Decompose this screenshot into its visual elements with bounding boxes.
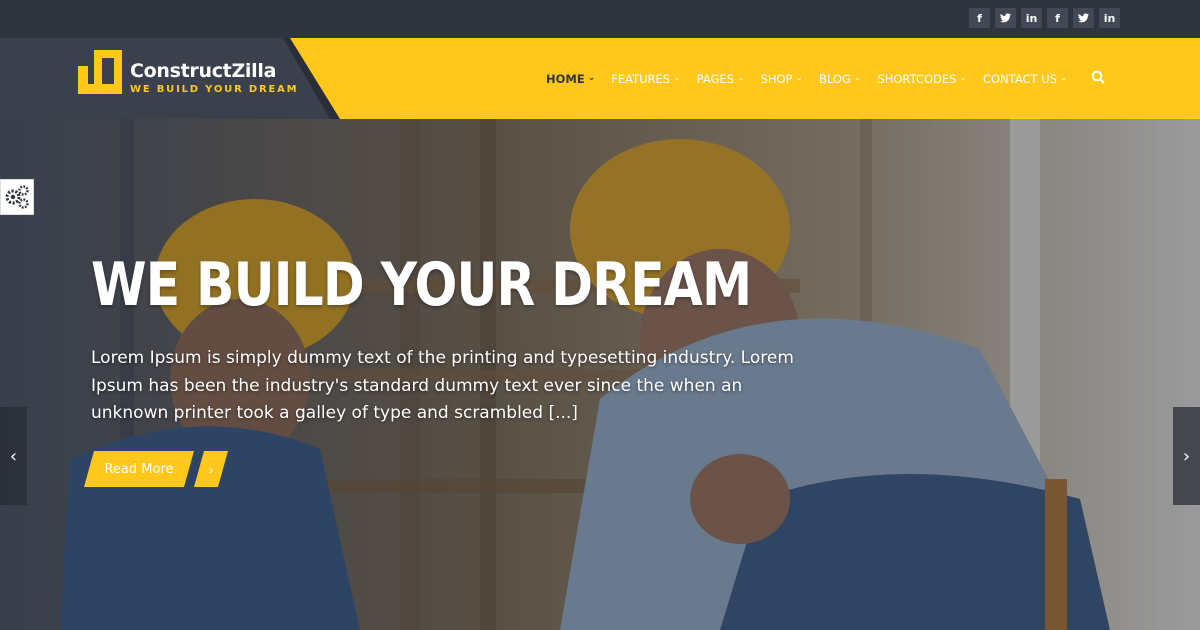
nav-label: FEATURES <box>611 71 671 86</box>
chevron-down-icon: ⌄ <box>737 72 745 83</box>
read-more-group: Read More › <box>84 451 228 487</box>
twitter-icon[interactable] <box>1073 8 1094 28</box>
social-links: f in f in <box>969 8 1120 28</box>
search-icon[interactable] <box>1091 70 1107 86</box>
nav-label: HOME <box>546 71 585 86</box>
nav-item-home[interactable]: HOME ⌄ <box>546 72 595 86</box>
nav-item-contact[interactable]: CONTACT US ⌄ <box>983 72 1067 86</box>
nav-item-blog[interactable]: BLOG ⌄ <box>819 72 861 86</box>
brand-name[interactable]: ConstructZilla <box>130 60 276 82</box>
chevron-down-icon: ⌄ <box>1059 72 1068 83</box>
nav-label: SHOP <box>760 71 793 86</box>
nav-item-shortcodes[interactable]: SHORTCODES ⌄ <box>877 72 967 86</box>
nav-label: PAGES <box>696 71 734 86</box>
main-nav: HOME ⌄ FEATURES ⌄ PAGES ⌄ SHOP ⌄ BLOG ⌄ SHORT… <box>546 38 1083 119</box>
hero-title: WE BUILD YOUR DREAM <box>91 250 752 320</box>
nav-item-features[interactable]: FEATURES ⌄ <box>611 72 680 86</box>
slider-next-button[interactable]: › <box>1173 407 1200 505</box>
nav-label: BLOG <box>819 71 851 86</box>
nav-label: SHORTCODES <box>877 71 957 86</box>
top-bar: f in f in <box>0 0 1200 38</box>
chevron-down-icon: ⌄ <box>587 72 596 83</box>
chevron-down-icon: ⌄ <box>673 72 681 83</box>
logo-panel: ConstructZilla WE BUILD YOUR DREAM <box>0 38 340 119</box>
nav-item-pages[interactable]: PAGES ⌄ <box>697 72 745 86</box>
facebook-icon[interactable]: f <box>1047 8 1068 28</box>
twitter-icon[interactable] <box>995 8 1016 28</box>
read-more-button[interactable]: Read More <box>84 451 194 487</box>
slider-prev-button[interactable]: ‹ <box>0 407 27 505</box>
hero-description: Lorem Ipsum is simply dummy text of the … <box>91 348 794 423</box>
nav-label: CONTACT US <box>983 71 1057 86</box>
facebook-icon[interactable]: f <box>969 8 990 28</box>
chevron-down-icon: ⌄ <box>795 72 804 83</box>
chevron-down-icon: ⌄ <box>853 72 862 83</box>
chevron-right-icon[interactable]: › <box>194 451 228 487</box>
site-header: ConstructZilla WE BUILD YOUR DREAM HOME ⌄… <box>0 38 1200 119</box>
nav-item-shop[interactable]: SHOP ⌄ <box>761 72 803 86</box>
chevron-right-icon: › <box>1182 445 1191 467</box>
brand-tagline: WE BUILD YOUR DREAM <box>130 84 299 95</box>
chevron-down-icon: ⌄ <box>959 72 967 83</box>
settings-gears-icon[interactable] <box>0 179 34 215</box>
linkedin-icon[interactable]: in <box>1021 8 1042 28</box>
linkedin-icon[interactable]: in <box>1099 8 1120 28</box>
chevron-left-icon: ‹ <box>9 445 18 467</box>
